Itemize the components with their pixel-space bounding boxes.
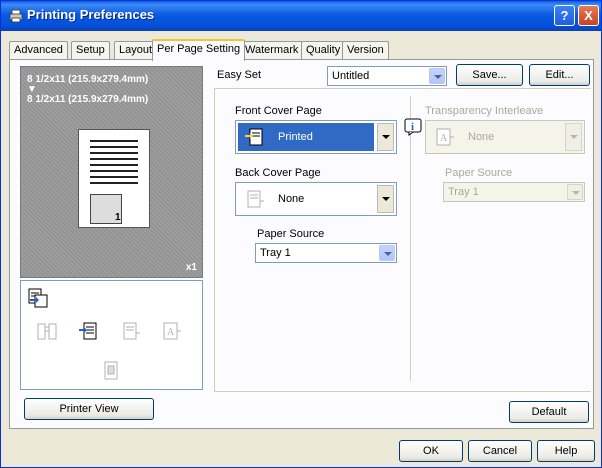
ok-button-label: OK xyxy=(423,445,439,457)
page-text-line xyxy=(90,146,138,148)
transparency-icon: A xyxy=(163,322,181,340)
easy-set-label: Easy Set xyxy=(217,69,262,81)
info-icon[interactable]: i xyxy=(404,118,422,136)
chevron-down-icon[interactable] xyxy=(429,68,445,84)
chevron-down-icon[interactable] xyxy=(377,123,394,151)
transparency-value: None xyxy=(468,131,495,143)
group-bottom-border xyxy=(214,391,591,392)
front-cover-dropdown[interactable]: Printed xyxy=(235,120,397,154)
page-text-line xyxy=(90,164,138,166)
printer-icon xyxy=(9,9,23,23)
tab-per-page-setting[interactable]: Per Page Setting xyxy=(152,39,246,61)
page-text-line xyxy=(90,176,138,178)
back-cover-label: Back Cover Page xyxy=(235,167,321,179)
tab-layout[interactable]: Layout xyxy=(114,41,158,60)
paper-source-dropdown[interactable]: Tray 1 xyxy=(255,243,397,263)
edit-button-label: Edit... xyxy=(545,69,574,81)
preview-output-size: 8 1/2x11 (215.9x279.4mm) xyxy=(27,94,149,105)
help-button[interactable]: Help xyxy=(537,440,595,462)
printing-preferences-window: Printing Preferences ? X Advanced Setup … xyxy=(0,0,602,468)
window-title: Printing Preferences xyxy=(27,7,155,22)
page-preview: 8 1/2x11 (215.9x279.4mm) ▼ 8 1/2x11 (215… xyxy=(20,66,203,278)
tab-setup[interactable]: Setup xyxy=(71,41,110,60)
easy-set-dropdown[interactable]: Untitled xyxy=(327,66,447,86)
chevron-down-icon[interactable] xyxy=(565,123,582,151)
chevron-down-icon[interactable] xyxy=(379,245,395,261)
easy-set-value: Untitled xyxy=(332,70,370,82)
close-button[interactable]: X xyxy=(578,5,599,26)
front-cover-icon xyxy=(79,322,97,340)
front-cover-label: Front Cover Page xyxy=(235,105,322,117)
transparency-paper-source-value: Tray 1 xyxy=(448,186,479,198)
svg-text:A: A xyxy=(167,327,175,338)
default-button-label: Default xyxy=(531,406,567,418)
cover-insert-icon xyxy=(28,288,48,308)
cancel-button-label: Cancel xyxy=(482,445,518,457)
tab-version[interactable]: Version xyxy=(342,41,389,60)
title-bar[interactable]: Printing Preferences ? X xyxy=(1,1,601,31)
transparency-paper-source-dropdown[interactable]: Tray 1 xyxy=(443,182,585,202)
page-text-line xyxy=(90,182,138,184)
front-cover-selected: Printed xyxy=(238,123,374,151)
transparency-selected: A None xyxy=(428,123,562,151)
preview-page: 1 xyxy=(78,129,150,228)
front-cover-icon xyxy=(245,128,263,146)
chevron-down-icon[interactable] xyxy=(377,185,394,213)
transparency-paper-source-label: Paper Source xyxy=(445,167,513,179)
save-button[interactable]: Save... xyxy=(456,64,523,86)
tab-quality[interactable]: Quality xyxy=(301,41,346,60)
help-button-label: Help xyxy=(554,445,578,457)
svg-text:A: A xyxy=(440,133,448,144)
page-text-line xyxy=(90,170,138,172)
printer-view-label: Printer View xyxy=(59,403,119,415)
chevron-down-icon[interactable] xyxy=(567,184,583,200)
open-page-icon xyxy=(37,323,57,340)
tab-watermark[interactable]: Watermark xyxy=(240,41,304,60)
transparency-icon: A xyxy=(436,128,454,146)
page-text-line xyxy=(90,140,138,142)
page-text-line xyxy=(90,152,138,154)
page-thumbnail-icon xyxy=(104,361,118,380)
back-cover-icon xyxy=(247,190,264,208)
edit-button[interactable]: Edit... xyxy=(529,64,590,86)
transparency-interleave-label: Transparency Interleave xyxy=(425,105,544,117)
page-text-line xyxy=(90,158,138,160)
front-cover-value: Printed xyxy=(278,131,313,143)
preview-copies: x1 xyxy=(185,262,197,273)
default-button[interactable]: Default xyxy=(509,401,589,423)
help-title-button[interactable]: ? xyxy=(554,5,575,26)
printer-view-button[interactable]: Printer View xyxy=(24,398,154,420)
preview-paper-size: 8 1/2x11 (215.9x279.4mm) xyxy=(27,74,149,85)
back-cover-selected: None xyxy=(238,185,374,213)
svg-text:i: i xyxy=(411,121,414,133)
column-divider xyxy=(410,96,411,381)
paper-source-value: Tray 1 xyxy=(260,247,291,259)
cover-preview-icons: A xyxy=(20,280,203,390)
save-button-label: Save... xyxy=(472,69,507,81)
group-left-border xyxy=(214,88,215,391)
back-cover-value: None xyxy=(278,193,305,205)
back-cover-dropdown[interactable]: None xyxy=(235,182,397,216)
cancel-button[interactable]: Cancel xyxy=(468,440,532,462)
tab-advanced[interactable]: Advanced xyxy=(9,41,68,60)
back-cover-icon xyxy=(123,322,140,340)
preview-page-number: 1 xyxy=(115,212,121,223)
transparency-interleave-dropdown[interactable]: A None xyxy=(425,120,585,154)
group-top-border xyxy=(214,88,591,89)
paper-source-label: Paper Source xyxy=(257,228,325,240)
ok-button[interactable]: OK xyxy=(399,440,463,462)
